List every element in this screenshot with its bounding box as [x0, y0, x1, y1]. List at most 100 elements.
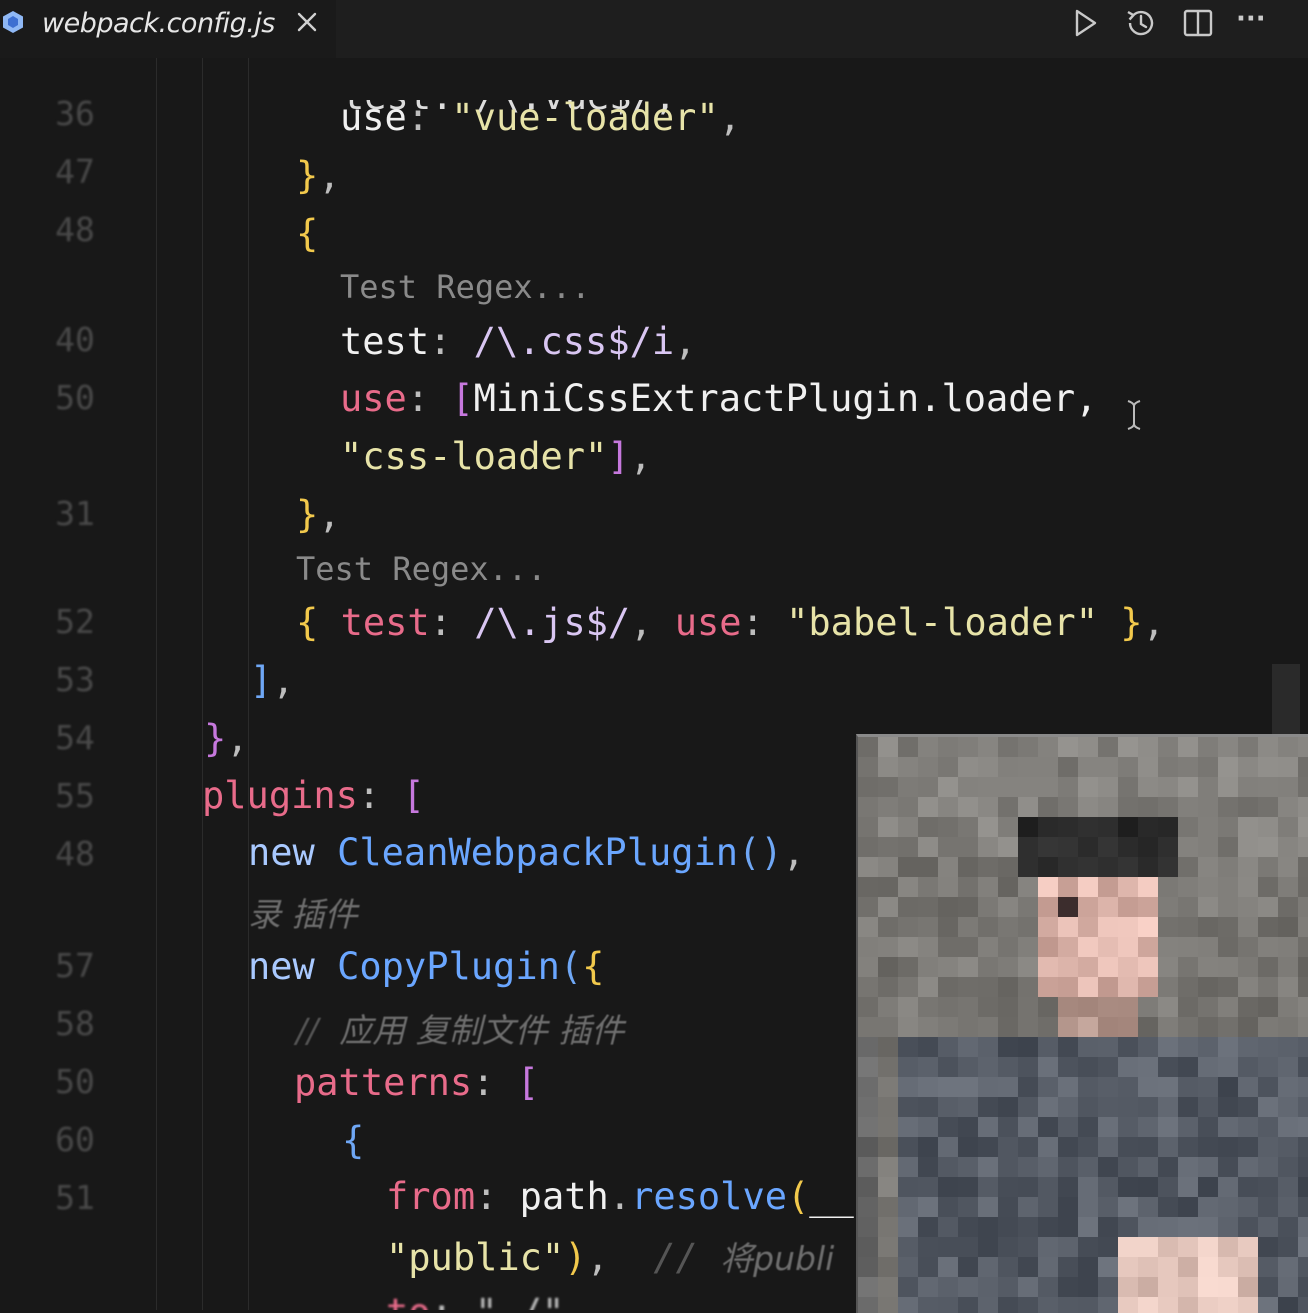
webcam-pixel [998, 857, 1018, 877]
webcam-pixel [938, 757, 958, 777]
code-line: use: "vue-loader", [340, 96, 741, 139]
webcam-pixel [1118, 1097, 1138, 1117]
webcam-pixel [1198, 877, 1218, 897]
webcam-pixel [1258, 797, 1278, 817]
webcam-pixel [1078, 1137, 1098, 1157]
webcam-pixel [1218, 757, 1238, 777]
webcam-pixel [1218, 1297, 1238, 1313]
webcam-pixel [1058, 957, 1078, 977]
webcam-pixel [1078, 1297, 1098, 1313]
run-icon[interactable] [1068, 6, 1102, 40]
webcam-pixel [878, 1237, 898, 1257]
webcam-pixel [1238, 1117, 1258, 1137]
webcam-pixel [1098, 897, 1118, 917]
webcam-pixel [1238, 837, 1258, 857]
webcam-pixel [1098, 1097, 1118, 1117]
webcam-pixel [1178, 817, 1198, 837]
webcam-pixel [1118, 877, 1138, 897]
webcam-pixel [978, 897, 998, 917]
indent-guide [202, 58, 203, 1310]
webcam-pixel [1158, 817, 1178, 837]
webcam-pixel [878, 1037, 898, 1057]
webcam-pixel [1258, 837, 1278, 857]
webcam-pixel [1138, 937, 1158, 957]
webcam-pixel [1158, 1197, 1178, 1217]
webcam-pixel [1058, 917, 1078, 937]
webcam-pixel [1018, 1237, 1038, 1257]
webcam-pixel [938, 917, 958, 937]
webcam-pixel [998, 1217, 1018, 1237]
webcam-pixel [938, 1097, 958, 1117]
webcam-pixel [1278, 957, 1298, 977]
webcam-pixel [1298, 857, 1308, 877]
webcam-pixel [1018, 1177, 1038, 1197]
webcam-pixel [1098, 1057, 1118, 1077]
webcam-pixel [1118, 777, 1138, 797]
split-editor-icon[interactable] [1181, 6, 1215, 40]
webcam-pixel [1138, 1217, 1158, 1237]
webcam-pixel [1218, 937, 1238, 957]
webcam-pixel [1058, 1117, 1078, 1137]
webcam-pixel [1198, 757, 1218, 777]
webcam-pixel [918, 1137, 938, 1157]
webcam-pixel [1098, 757, 1118, 777]
webcam-pixel [1198, 777, 1218, 797]
webcam-pixel [1298, 1177, 1308, 1197]
history-icon[interactable] [1124, 6, 1158, 40]
webcam-pixel [1258, 1077, 1278, 1097]
code-line: new CopyPlugin({ [248, 945, 605, 988]
code-comment: // 应用 复制文件 插件 [296, 1011, 625, 1050]
webcam-pixel [1238, 1057, 1258, 1077]
webcam-pixel [1198, 1197, 1218, 1217]
webcam-pixel [1038, 777, 1058, 797]
webcam-pixel [1278, 937, 1298, 957]
webcam-pixel [1058, 1197, 1078, 1217]
webcam-pixel [1198, 1297, 1218, 1313]
webcam-pixel [1238, 1257, 1258, 1277]
webcam-pixel [1058, 1037, 1078, 1057]
webcam-pixel [1258, 1017, 1278, 1037]
webcam-pixel [1158, 1017, 1178, 1037]
webcam-pixel [1238, 737, 1258, 757]
webcam-pixel [1138, 1097, 1158, 1117]
webcam-pixel [1258, 737, 1278, 757]
webcam-pixel [1218, 1237, 1238, 1257]
code-line: { [342, 1119, 365, 1162]
webcam-pixel [858, 1297, 878, 1313]
webcam-pixel [1078, 1217, 1098, 1237]
webcam-pixel [1278, 797, 1298, 817]
webcam-pixel [1038, 957, 1058, 977]
tab-webpack-config[interactable]: webpack.config.js [0, 0, 336, 60]
webcam-pixel [938, 1157, 958, 1177]
webcam-pixel [1278, 1157, 1298, 1177]
webcam-pixel [1178, 737, 1198, 757]
webcam-pixel [998, 1237, 1018, 1257]
webcam-pixel [918, 1077, 938, 1097]
webcam-pixel [1198, 1277, 1218, 1297]
webcam-pixel [978, 1217, 998, 1237]
webcam-pixel [858, 1237, 878, 1257]
webcam-pixel [1118, 1037, 1138, 1057]
webcam-pixel [938, 1237, 958, 1257]
webcam-pixel [1298, 1157, 1308, 1177]
more-actions-icon[interactable]: ··· [1236, 4, 1270, 38]
webcam-pixel [1138, 1037, 1158, 1057]
webcam-pixel [1118, 1117, 1138, 1137]
webcam-pixel [1038, 1137, 1058, 1157]
webcam-pixel [918, 737, 938, 757]
webcam-pixel [918, 1197, 938, 1217]
webcam-pixel [898, 1177, 918, 1197]
webcam-pixel [918, 1257, 938, 1277]
webcam-pixel [978, 1037, 998, 1057]
webcam-pixel [1298, 877, 1308, 897]
webcam-pixel [958, 877, 978, 897]
close-icon[interactable] [293, 8, 321, 36]
webcam-pixel [958, 1277, 978, 1297]
code-line: use: [MiniCssExtractPlugin.loader, [340, 377, 1098, 420]
webcam-pixel [998, 957, 1018, 977]
webcam-pixel [1298, 1237, 1308, 1257]
scrollbar-thumb[interactable] [1272, 664, 1300, 734]
webcam-pixel [858, 797, 878, 817]
webcam-pixel [1018, 837, 1038, 857]
webcam-pixel [918, 1277, 938, 1297]
